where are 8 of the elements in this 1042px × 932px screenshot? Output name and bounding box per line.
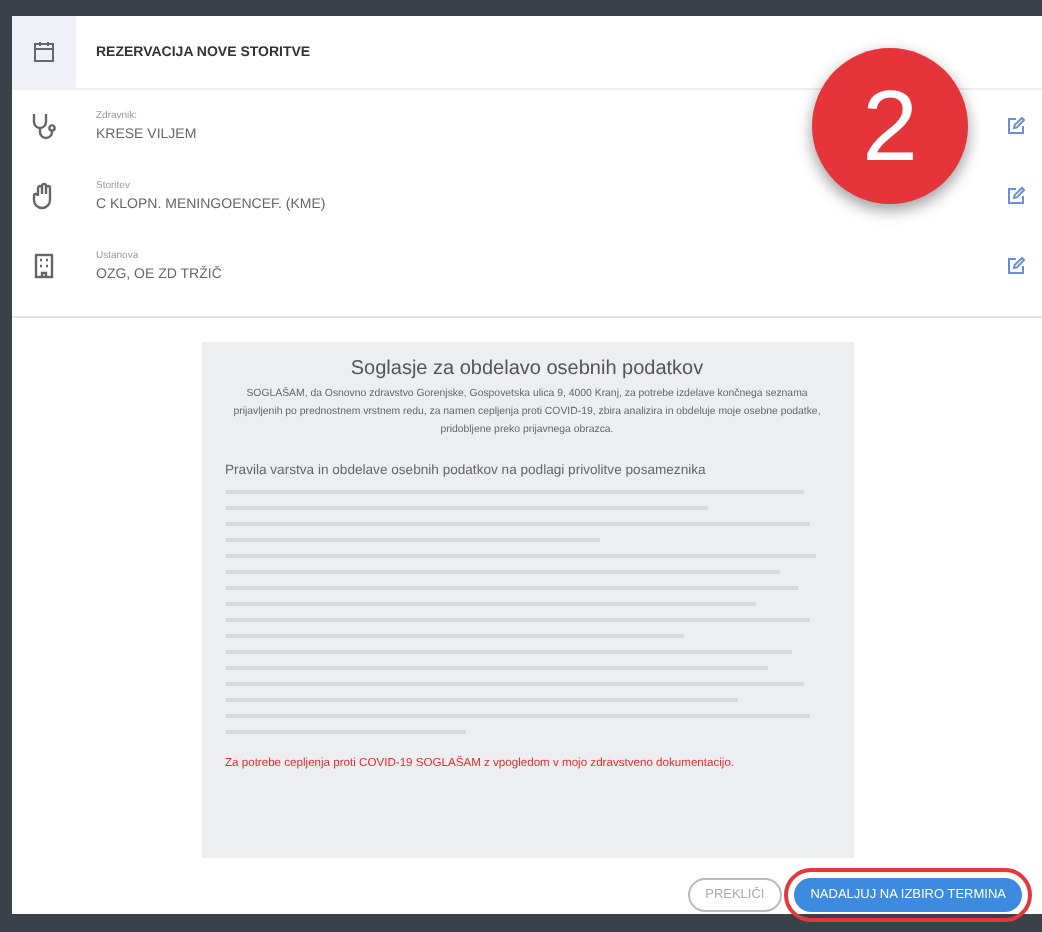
edit-icon[interactable] <box>1006 115 1026 135</box>
consent-title: Soglasje za obdelavo osebnih podatkov <box>348 358 706 380</box>
stethoscope-icon <box>30 111 58 139</box>
calendar-icon <box>32 40 56 64</box>
edit-icon[interactable] <box>1006 185 1026 205</box>
step-badge: 2 <box>812 48 968 204</box>
building-icon <box>30 251 58 279</box>
edit-icon[interactable] <box>1006 255 1026 275</box>
